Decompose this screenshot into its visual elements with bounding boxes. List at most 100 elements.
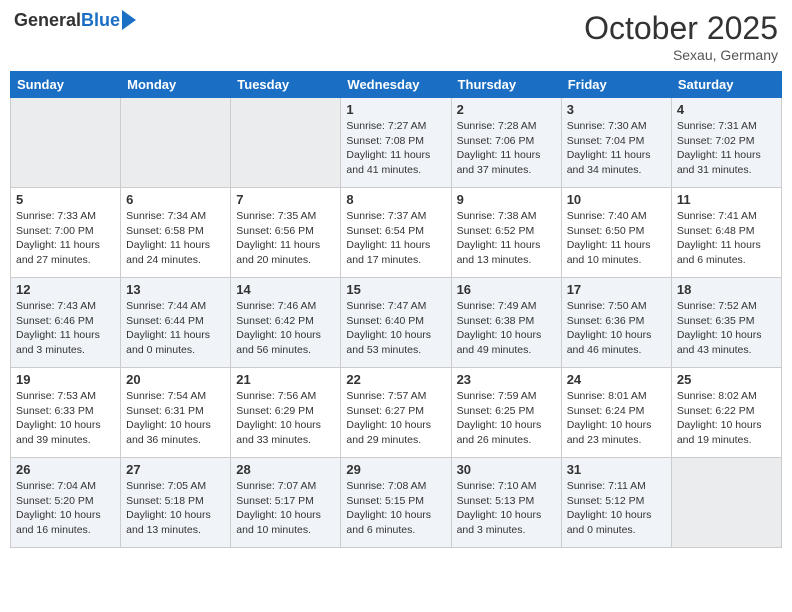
calendar-cell: 30 Sunrise: 7:10 AM Sunset: 5:13 PM Dayli…: [451, 458, 561, 548]
day-info: Sunrise: 7:27 AM Sunset: 7:08 PM Dayligh…: [346, 119, 445, 178]
day-info: Sunrise: 7:40 AM Sunset: 6:50 PM Dayligh…: [567, 209, 666, 268]
calendar-cell: [11, 98, 121, 188]
calendar-cell: 26 Sunrise: 7:04 AM Sunset: 5:20 PM Dayli…: [11, 458, 121, 548]
calendar-cell: 2Sunrise: 7:28 AM Sunset: 7:06 PM Daylig…: [451, 98, 561, 188]
calendar-cell: 22Sunrise: 7:57 AM Sunset: 6:27 PM Dayli…: [341, 368, 451, 458]
day-number: 23: [457, 372, 556, 387]
calendar-cell: 14Sunrise: 7:46 AM Sunset: 6:42 PM Dayli…: [231, 278, 341, 368]
day-info: Sunrise: 8:02 AM Sunset: 6:22 PM Dayligh…: [677, 389, 776, 448]
calendar-cell: 6 Sunrise: 7:34 AM Sunset: 6:58 PM Daylig…: [121, 188, 231, 278]
calendar-week-row: 5 Sunrise: 7:33 AM Sunset: 7:00 PM Daylig…: [11, 188, 782, 278]
day-number: 4: [677, 102, 776, 117]
logo-blue-text: Blue: [81, 10, 120, 31]
calendar-cell: 13Sunrise: 7:44 AM Sunset: 6:44 PM Dayli…: [121, 278, 231, 368]
day-info: Sunrise: 7:10 AM Sunset: 5:13 PM Dayligh…: [457, 479, 556, 538]
day-info: Sunrise: 7:08 AM Sunset: 5:15 PM Dayligh…: [346, 479, 445, 538]
day-number: 30: [457, 462, 556, 477]
day-info: Sunrise: 7:04 AM Sunset: 5:20 PM Dayligh…: [16, 479, 115, 538]
day-number: 5: [16, 192, 115, 207]
col-header-wednesday: Wednesday: [341, 72, 451, 98]
day-number: 24: [567, 372, 666, 387]
day-number: 25: [677, 372, 776, 387]
calendar-week-row: 1 Sunrise: 7:27 AM Sunset: 7:08 PM Daylig…: [11, 98, 782, 188]
day-number: 19: [16, 372, 115, 387]
calendar-cell: 5 Sunrise: 7:33 AM Sunset: 7:00 PM Daylig…: [11, 188, 121, 278]
day-info: Sunrise: 7:57 AM Sunset: 6:27 PM Dayligh…: [346, 389, 445, 448]
day-number: 7: [236, 192, 335, 207]
day-info: Sunrise: 7:31 AM Sunset: 7:02 PM Dayligh…: [677, 119, 776, 178]
logo-general-text: General: [14, 10, 81, 31]
day-info: Sunrise: 7:05 AM Sunset: 5:18 PM Dayligh…: [126, 479, 225, 538]
calendar-cell: 12Sunrise: 7:43 AM Sunset: 6:46 PM Dayli…: [11, 278, 121, 368]
day-number: 13: [126, 282, 225, 297]
day-number: 1: [346, 102, 445, 117]
calendar-cell: 29Sunrise: 7:08 AM Sunset: 5:15 PM Dayli…: [341, 458, 451, 548]
calendar-cell: 20 Sunrise: 7:54 AM Sunset: 6:31 PM Dayli…: [121, 368, 231, 458]
day-info: Sunrise: 7:35 AM Sunset: 6:56 PM Dayligh…: [236, 209, 335, 268]
calendar-cell: 28 Sunrise: 7:07 AM Sunset: 5:17 PM Dayli…: [231, 458, 341, 548]
calendar-cell: [231, 98, 341, 188]
logo: General Blue: [14, 10, 136, 31]
day-number: 12: [16, 282, 115, 297]
calendar-cell: 31Sunrise: 7:11 AM Sunset: 5:12 PM Dayli…: [561, 458, 671, 548]
day-info: Sunrise: 7:38 AM Sunset: 6:52 PM Dayligh…: [457, 209, 556, 268]
day-info: Sunrise: 7:56 AM Sunset: 6:29 PM Dayligh…: [236, 389, 335, 448]
day-info: Sunrise: 7:33 AM Sunset: 7:00 PM Dayligh…: [16, 209, 115, 268]
location-subtitle: Sexau, Germany: [584, 47, 778, 63]
day-number: 20: [126, 372, 225, 387]
day-number: 17: [567, 282, 666, 297]
calendar-cell: 9Sunrise: 7:38 AM Sunset: 6:52 PM Daylig…: [451, 188, 561, 278]
col-header-thursday: Thursday: [451, 72, 561, 98]
day-info: Sunrise: 8:01 AM Sunset: 6:24 PM Dayligh…: [567, 389, 666, 448]
day-info: Sunrise: 7:07 AM Sunset: 5:17 PM Dayligh…: [236, 479, 335, 538]
day-number: 16: [457, 282, 556, 297]
day-number: 11: [677, 192, 776, 207]
col-header-tuesday: Tuesday: [231, 72, 341, 98]
day-info: Sunrise: 7:49 AM Sunset: 6:38 PM Dayligh…: [457, 299, 556, 358]
calendar-cell: 17 Sunrise: 7:50 AM Sunset: 6:36 PM Dayli…: [561, 278, 671, 368]
calendar-week-row: 12Sunrise: 7:43 AM Sunset: 6:46 PM Dayli…: [11, 278, 782, 368]
page-header: General Blue October 2025 Sexau, Germany: [10, 10, 782, 63]
day-info: Sunrise: 7:50 AM Sunset: 6:36 PM Dayligh…: [567, 299, 666, 358]
day-number: 18: [677, 282, 776, 297]
calendar-cell: [671, 458, 781, 548]
calendar-cell: 21 Sunrise: 7:56 AM Sunset: 6:29 PM Dayli…: [231, 368, 341, 458]
day-number: 3: [567, 102, 666, 117]
calendar-cell: 10 Sunrise: 7:40 AM Sunset: 6:50 PM Dayli…: [561, 188, 671, 278]
col-header-sunday: Sunday: [11, 72, 121, 98]
col-header-saturday: Saturday: [671, 72, 781, 98]
calendar-cell: 18Sunrise: 7:52 AM Sunset: 6:35 PM Dayli…: [671, 278, 781, 368]
day-number: 10: [567, 192, 666, 207]
calendar-cell: 27 Sunrise: 7:05 AM Sunset: 5:18 PM Dayli…: [121, 458, 231, 548]
calendar-week-row: 19Sunrise: 7:53 AM Sunset: 6:33 PM Dayli…: [11, 368, 782, 458]
day-info: Sunrise: 7:11 AM Sunset: 5:12 PM Dayligh…: [567, 479, 666, 538]
day-number: 21: [236, 372, 335, 387]
calendar-cell: 3Sunrise: 7:30 AM Sunset: 7:04 PM Daylig…: [561, 98, 671, 188]
col-header-monday: Monday: [121, 72, 231, 98]
day-info: Sunrise: 7:41 AM Sunset: 6:48 PM Dayligh…: [677, 209, 776, 268]
day-info: Sunrise: 7:47 AM Sunset: 6:40 PM Dayligh…: [346, 299, 445, 358]
day-number: 26: [16, 462, 115, 477]
calendar-table: SundayMondayTuesdayWednesdayThursdayFrid…: [10, 71, 782, 548]
calendar-cell: 8Sunrise: 7:37 AM Sunset: 6:54 PM Daylig…: [341, 188, 451, 278]
logo-arrow-icon: [122, 10, 136, 30]
day-info: Sunrise: 7:37 AM Sunset: 6:54 PM Dayligh…: [346, 209, 445, 268]
calendar-cell: 4 Sunrise: 7:31 AM Sunset: 7:02 PM Daylig…: [671, 98, 781, 188]
day-number: 27: [126, 462, 225, 477]
calendar-cell: 24 Sunrise: 8:01 AM Sunset: 6:24 PM Dayli…: [561, 368, 671, 458]
month-title: October 2025: [584, 10, 778, 47]
calendar-cell: 1 Sunrise: 7:27 AM Sunset: 7:08 PM Daylig…: [341, 98, 451, 188]
calendar-header-row: SundayMondayTuesdayWednesdayThursdayFrid…: [11, 72, 782, 98]
day-number: 6: [126, 192, 225, 207]
calendar-cell: 11 Sunrise: 7:41 AM Sunset: 6:48 PM Dayli…: [671, 188, 781, 278]
day-info: Sunrise: 7:59 AM Sunset: 6:25 PM Dayligh…: [457, 389, 556, 448]
calendar-cell: 23 Sunrise: 7:59 AM Sunset: 6:25 PM Dayli…: [451, 368, 561, 458]
day-number: 14: [236, 282, 335, 297]
day-info: Sunrise: 7:28 AM Sunset: 7:06 PM Dayligh…: [457, 119, 556, 178]
calendar-cell: 15 Sunrise: 7:47 AM Sunset: 6:40 PM Dayli…: [341, 278, 451, 368]
day-info: Sunrise: 7:34 AM Sunset: 6:58 PM Dayligh…: [126, 209, 225, 268]
calendar-cell: 19Sunrise: 7:53 AM Sunset: 6:33 PM Dayli…: [11, 368, 121, 458]
day-number: 28: [236, 462, 335, 477]
day-info: Sunrise: 7:54 AM Sunset: 6:31 PM Dayligh…: [126, 389, 225, 448]
day-number: 15: [346, 282, 445, 297]
